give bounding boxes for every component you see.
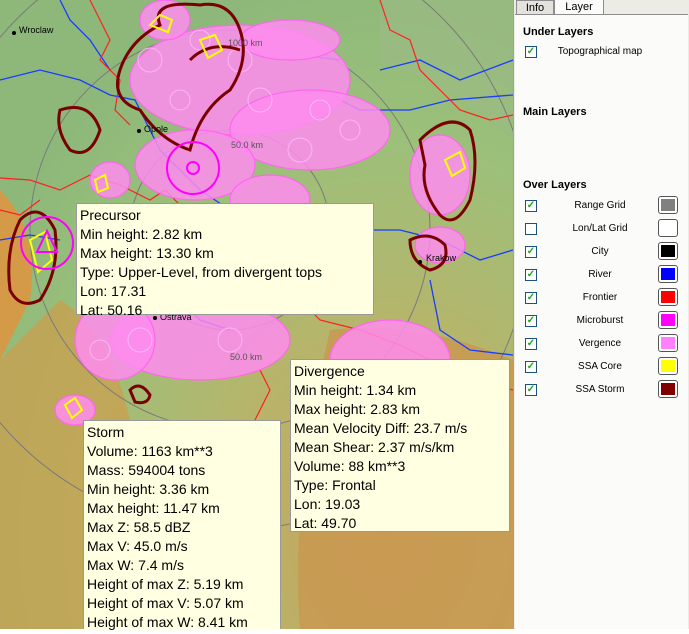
layer-row-ssa-core[interactable]: ✓ SSA Core xyxy=(523,357,683,377)
precursor-line: Lon: 17.31 xyxy=(80,283,147,299)
storm-tooltip: Storm Volume: 1163 km**3 Mass: 594004 to… xyxy=(83,420,281,630)
under-layers-heading: Under Layers xyxy=(523,26,594,38)
city-dot-wroclaw xyxy=(12,31,16,35)
layer-row-lonlat-grid[interactable]: Lon/Lat Grid xyxy=(523,219,683,239)
layer-label: SSA Storm xyxy=(575,384,625,395)
color-swatch-ssa-storm[interactable] xyxy=(658,380,678,398)
storm-line: Volume: 1163 km**3 xyxy=(87,443,213,459)
checkbox-microburst[interactable]: ✓ xyxy=(525,315,537,327)
checkbox-topographical-map[interactable]: ✓ xyxy=(525,46,537,58)
divergence-line: Lat: 49.70 xyxy=(294,515,357,531)
color-swatch-frontier[interactable] xyxy=(658,288,678,306)
layer-label: Vergence xyxy=(578,338,622,349)
city-dot-krakow xyxy=(418,260,422,264)
divergence-line: Type: Frontal xyxy=(294,477,376,493)
storm-title: Storm xyxy=(87,424,125,440)
layer-label: Frontier xyxy=(582,292,618,303)
checkbox-vergence[interactable]: ✓ xyxy=(525,338,537,350)
range-label-mid: 50.0 km xyxy=(231,140,263,150)
tab-layer[interactable]: Layer xyxy=(554,0,604,15)
layer-tab-content: Under Layers ✓ Topographical map Main La… xyxy=(515,14,688,629)
divergence-tooltip: Divergence Min height: 1.34 km Max heigh… xyxy=(290,359,510,532)
city-label-krakow: Krakow xyxy=(426,253,457,263)
checkbox-ssa-storm[interactable]: ✓ xyxy=(525,384,537,396)
storm-line: Min height: 3.36 km xyxy=(87,481,210,497)
precursor-line: Max height: 13.30 km xyxy=(80,245,214,261)
layer-row-range-grid[interactable]: ✓ Range Grid xyxy=(523,196,683,216)
over-layers-heading: Over Layers xyxy=(523,179,587,191)
divergence-line: Volume: 88 km**3 xyxy=(294,458,406,474)
color-swatch-river[interactable] xyxy=(658,265,678,283)
color-swatch-city[interactable] xyxy=(658,242,678,260)
precursor-line: Min height: 2.82 km xyxy=(80,226,203,242)
layer-label: Microburst xyxy=(576,315,624,326)
precursor-title: Precursor xyxy=(80,207,141,223)
storm-line: Max V: 45.0 m/s xyxy=(87,538,188,554)
divergence-line: Mean Velocity Diff: 23.7 m/s xyxy=(294,420,468,436)
storm-line: Max height: 11.47 km xyxy=(87,500,220,516)
layer-row-river[interactable]: ✓ River xyxy=(523,265,683,285)
layer-label: Lon/Lat Grid xyxy=(572,223,628,234)
color-swatch-ssa-core[interactable] xyxy=(658,357,678,375)
checkbox-lonlat-grid[interactable] xyxy=(525,223,537,235)
divergence-title: Divergence xyxy=(294,363,365,379)
color-swatch-microburst[interactable] xyxy=(658,311,678,329)
range-label-low: 50.0 km xyxy=(230,352,262,362)
storm-line: Max W: 7.4 m/s xyxy=(87,557,184,573)
color-swatch-range-grid[interactable] xyxy=(658,196,678,214)
color-swatch-lonlat-grid[interactable] xyxy=(658,219,678,237)
storm-line: Height of max W: 8.41 km xyxy=(87,614,248,630)
radar-map[interactable]: Wroclaw Opole Ostrava Krakow 1000 km 50.… xyxy=(0,0,531,630)
precursor-tooltip: Precursor Min height: 2.82 km Max height… xyxy=(76,203,374,318)
divergence-line: Min height: 1.34 km xyxy=(294,382,417,398)
layer-row-frontier[interactable]: ✓ Frontier xyxy=(523,288,683,308)
city-dot-opole xyxy=(137,129,141,133)
checkbox-river[interactable]: ✓ xyxy=(525,269,537,281)
checkbox-range-grid[interactable]: ✓ xyxy=(525,200,537,212)
storm-line: Max Z: 58.5 dBZ xyxy=(87,519,191,535)
city-label-wroclaw: Wroclaw xyxy=(19,25,54,35)
checkbox-city[interactable]: ✓ xyxy=(525,246,537,258)
storm-line: Height of max Z: 5.19 km xyxy=(87,576,244,592)
storm-line: Height of max V: 5.07 km xyxy=(87,595,244,611)
color-swatch-vergence[interactable] xyxy=(658,334,678,352)
tab-info[interactable]: Info xyxy=(516,0,554,14)
layer-label: Range Grid xyxy=(574,200,626,211)
layer-label: River xyxy=(588,269,612,280)
divergence-line: Mean Shear: 2.37 m/s/km xyxy=(294,439,455,455)
main-layers-heading: Main Layers xyxy=(523,106,587,118)
checkbox-ssa-core[interactable]: ✓ xyxy=(525,361,537,373)
layer-row-vergence[interactable]: ✓ Vergence xyxy=(523,334,683,354)
layer-panel: Info Layer Under Layers ✓ Topographical … xyxy=(513,0,689,629)
layer-row-microburst[interactable]: ✓ Microburst xyxy=(523,311,683,331)
layer-row-city[interactable]: ✓ City xyxy=(523,242,683,262)
city-label-opole: Opole xyxy=(144,124,168,134)
range-label-top: 1000 km xyxy=(228,38,263,48)
layer-label: SSA Core xyxy=(578,361,622,372)
precursor-line: Type: Upper-Level, from divergent tops xyxy=(80,264,323,280)
divergence-line: Max height: 2.83 km xyxy=(294,401,421,417)
checkbox-frontier[interactable]: ✓ xyxy=(525,292,537,304)
layer-label: City xyxy=(591,246,609,257)
layer-row-topographical-map[interactable]: ✓ Topographical map xyxy=(523,42,683,62)
divergence-line: Lon: 19.03 xyxy=(294,496,361,512)
layer-row-ssa-storm[interactable]: ✓ SSA Storm xyxy=(523,380,683,400)
layer-label: Topographical map xyxy=(557,46,643,57)
precursor-line: Lat: 50.16 xyxy=(80,302,143,318)
storm-line: Mass: 594004 tons xyxy=(87,462,206,478)
